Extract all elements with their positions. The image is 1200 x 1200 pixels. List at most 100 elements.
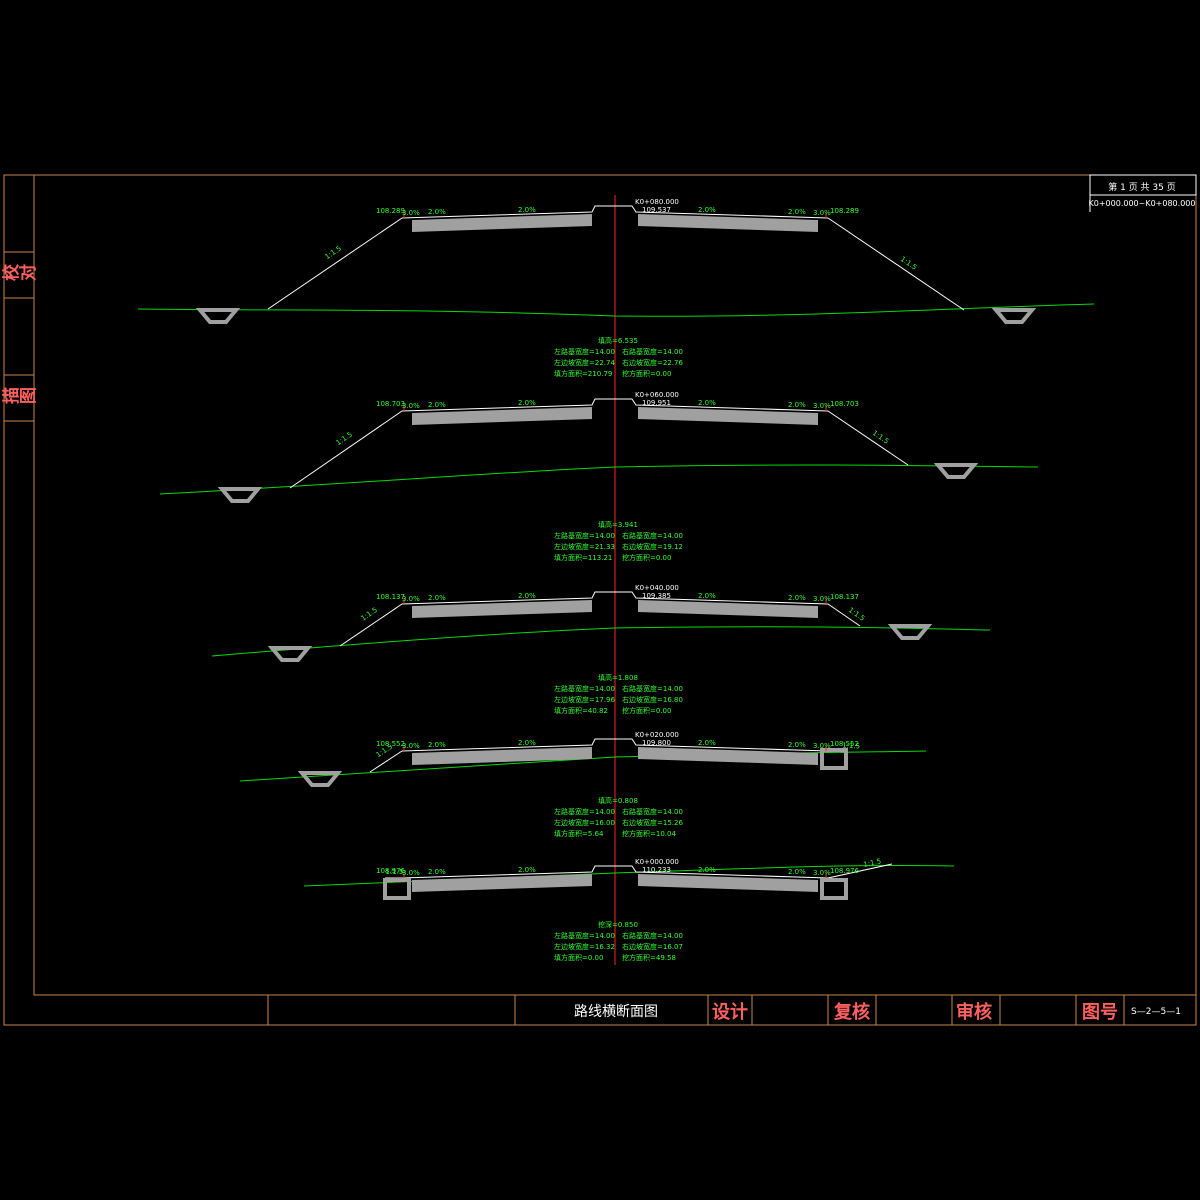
audit-label: 审核 <box>956 1001 992 1023</box>
info-left: 左边坡宽度=16.32 <box>554 942 615 951</box>
centre-elevation: 109.385 <box>642 592 671 600</box>
right-side-slope <box>827 217 965 311</box>
right-lane-slope-outer: 2.0% <box>788 208 806 216</box>
draw-label: 描图 <box>1 388 37 409</box>
left-shoulder-slope: 3.0% <box>402 742 420 750</box>
right-lane-slope-outer: 2.0% <box>788 594 806 602</box>
info-left: 左边坡宽度=17.96 <box>554 695 615 704</box>
right-slope-ratio: 1:1.5 <box>899 255 918 272</box>
ground-line <box>211 626 991 657</box>
right-lane-slope-inner: 2.0% <box>698 739 716 747</box>
fill-height: 填高=0.808 <box>598 796 638 805</box>
info-right: 挖方面积=0.00 <box>622 553 671 562</box>
info-left: 左边坡宽度=16.00 <box>554 818 615 827</box>
right-shoulder-slope: 3.0% <box>813 869 831 877</box>
info-left: 左路基宽度=14.00 <box>554 807 615 816</box>
left-lane-slope-outer: 2.0% <box>428 401 446 409</box>
info-left: 填方面积=0.00 <box>554 953 603 962</box>
right-edge-elevation: 108.976 <box>830 867 859 875</box>
station-label: K0+020.000 <box>635 731 679 739</box>
left-lane-slope-inner: 2.0% <box>518 739 536 747</box>
right-slope-ratio: 1:1.5 <box>847 606 866 623</box>
info-right: 右边坡宽度=22.76 <box>622 358 683 367</box>
station-label: K0+080.000 <box>635 198 679 206</box>
drawing-no-label: 图号 <box>1082 1002 1118 1023</box>
fill-height: 挖深=0.850 <box>598 920 638 929</box>
left-shoulder-slope: 3.0% <box>402 869 420 877</box>
left-edge-elevation: 108.137 <box>376 593 405 601</box>
right-shoulder-slope: 3.0% <box>813 595 831 603</box>
centre-elevation: 109.951 <box>642 399 671 407</box>
right-shoulder-slope: 3.0% <box>813 209 831 217</box>
info-right: 右路基宽度=14.00 <box>622 931 683 940</box>
station-label: K0+040.000 <box>635 584 679 592</box>
side-stamp: 校对 描图 <box>1 251 37 422</box>
right-edge-elevation: 108.289 <box>830 207 859 215</box>
info-right: 右路基宽度=14.00 <box>622 684 683 693</box>
left-lane-slope-outer: 2.0% <box>428 594 446 602</box>
info-right: 右边坡宽度=16.80 <box>622 695 683 704</box>
left-edge-elevation: 108.703 <box>376 400 405 408</box>
info-right: 右边坡宽度=15.26 <box>622 818 683 827</box>
left-shoulder-slope: 3.0% <box>402 402 420 410</box>
info-right: 右路基宽度=14.00 <box>622 807 683 816</box>
fill-height: 填高=3.941 <box>598 520 638 529</box>
info-left: 左路基宽度=14.00 <box>554 531 615 540</box>
centre-elevation: 109.537 <box>642 206 671 214</box>
left-ditch <box>217 487 263 503</box>
cross-section-drawing: 校对 描图 第 1 页 共 35 页 K0+000.000~K0+080.000… <box>1 174 1197 1026</box>
info-right: 挖方面积=0.00 <box>622 369 671 378</box>
right-lane-slope-inner: 2.0% <box>698 592 716 600</box>
info-left: 左路基宽度=14.00 <box>554 347 615 356</box>
ground-line <box>159 464 1039 495</box>
right-lane-slope-inner: 2.0% <box>698 866 716 874</box>
info-right: 挖方面积=49.58 <box>622 953 676 962</box>
left-side-slope <box>289 410 403 489</box>
right-shoulder-slope: 3.0% <box>813 402 831 410</box>
left-ditch <box>267 646 313 662</box>
drawing-number: S—2—5—1 <box>1131 1007 1181 1017</box>
right-lane-slope-outer: 2.0% <box>788 741 806 749</box>
left-lane-slope-inner: 2.0% <box>518 592 536 600</box>
station-range: K0+000.000~K0+080.000 <box>1089 199 1196 208</box>
centre-elevation: 110.233 <box>642 866 671 874</box>
right-ditch <box>933 463 979 479</box>
info-right: 挖方面积=0.00 <box>622 706 671 715</box>
left-slope-ratio: 1:1.5 <box>335 430 354 447</box>
station-label: K0+060.000 <box>635 391 679 399</box>
info-left: 左路基宽度=14.00 <box>554 931 615 940</box>
info-left: 左路基宽度=14.00 <box>554 684 615 693</box>
right-ditch <box>820 878 848 900</box>
fill-height: 填高=1.808 <box>598 673 638 682</box>
right-ditch <box>991 308 1037 324</box>
fill-height: 填高=6.535 <box>598 336 638 345</box>
station-label: K0+000.000 <box>635 858 679 866</box>
right-shoulder-slope: 3.0% <box>813 742 831 750</box>
ground-line <box>137 303 1095 317</box>
sections-group: 108.289 108.289 K0+080.000109.537 3.0% 2.0% 2… <box>137 198 1095 962</box>
left-side-slope <box>267 217 403 310</box>
right-lane-slope-inner: 2.0% <box>698 206 716 214</box>
right-lane-slope-inner: 2.0% <box>698 399 716 407</box>
left-lane-slope-inner: 2.0% <box>518 399 536 407</box>
right-lane-slope-outer: 2.0% <box>788 868 806 876</box>
left-shoulder-slope: 3.0% <box>402 595 420 603</box>
left-lane-slope-outer: 2.0% <box>428 741 446 749</box>
outer-frame <box>3 174 1197 1026</box>
left-slope-ratio: 1:1.5 <box>324 244 343 261</box>
left-ditch <box>297 771 343 787</box>
right-edge-elevation: 108.137 <box>830 593 859 601</box>
left-edge-elevation: 108.289 <box>376 207 405 215</box>
right-slope-ratio: 1:1.5 <box>842 742 860 751</box>
info-right: 挖方面积=10.04 <box>622 829 676 838</box>
drawing-title: 路线横断面图 <box>574 1004 658 1020</box>
sheet-number: 第 1 页 共 35 页 <box>1108 181 1175 193</box>
info-right: 右边坡宽度=19.12 <box>622 542 683 551</box>
right-edge-elevation: 108.703 <box>830 400 859 408</box>
info-right: 右路基宽度=14.00 <box>622 531 683 540</box>
left-lane-slope-inner: 2.0% <box>518 206 536 214</box>
info-right: 右边坡宽度=16.07 <box>622 942 683 951</box>
left-lane-slope-outer: 2.0% <box>428 208 446 216</box>
right-slope-ratio: 1:1.5 <box>871 429 890 446</box>
left-shoulder-slope: 3.0% <box>402 209 420 217</box>
